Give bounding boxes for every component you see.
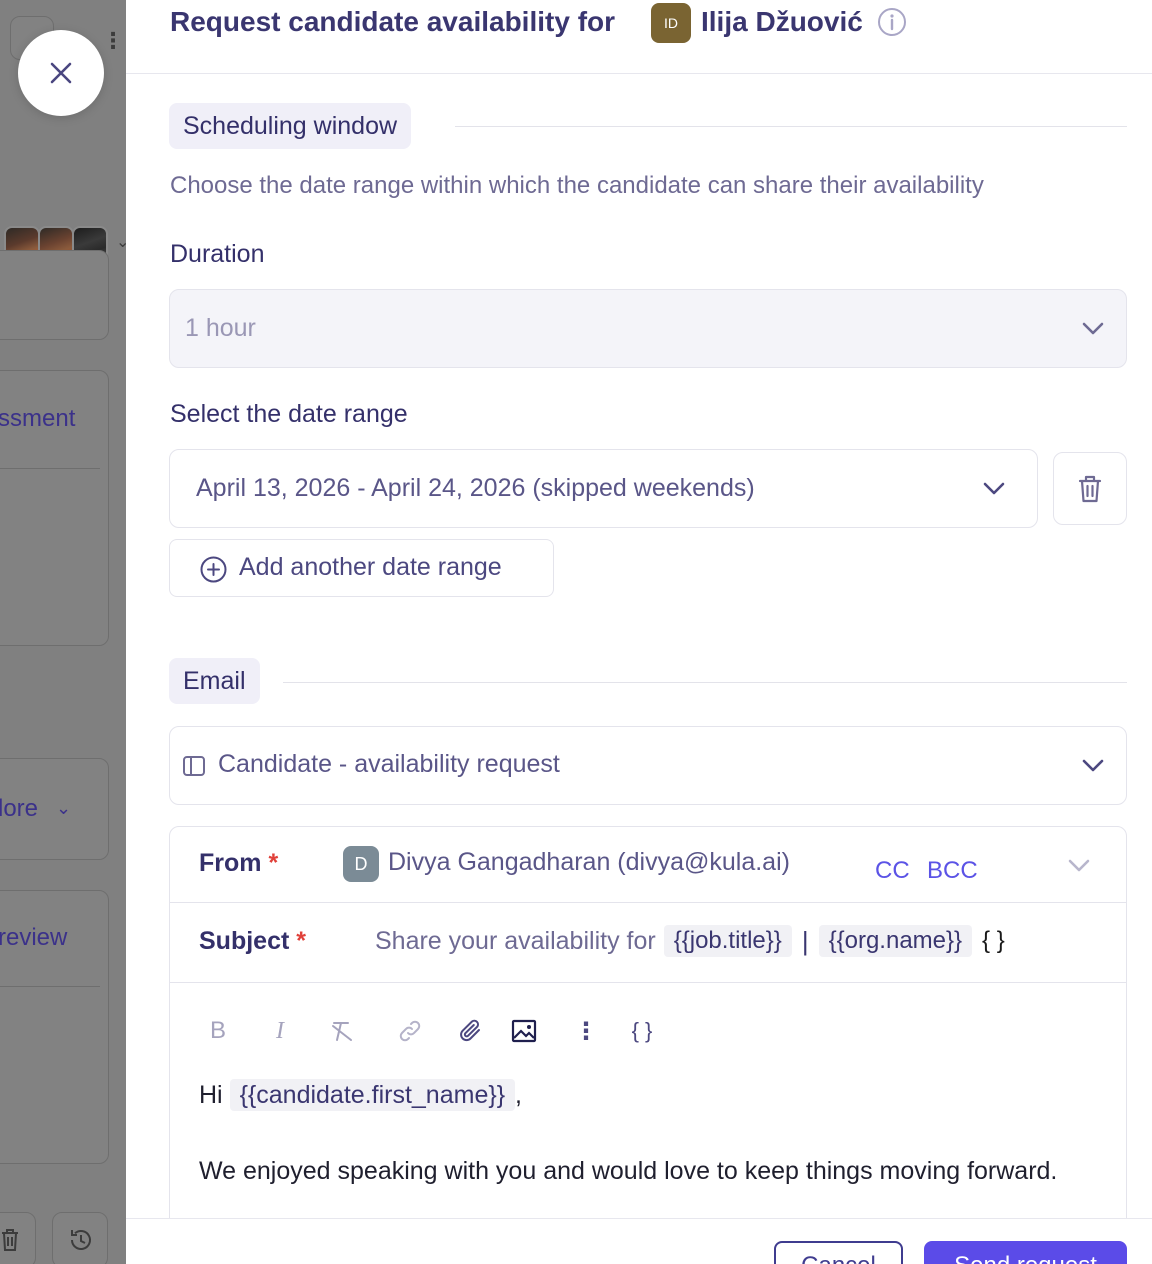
email-section-label: Email [169, 658, 260, 704]
chevron-down-icon[interactable] [1068, 859, 1090, 873]
background-card [0, 250, 109, 340]
bold-button[interactable]: B [202, 1013, 234, 1049]
background-label: ssment [0, 405, 76, 432]
add-date-range-button[interactable]: Add another date range [169, 539, 554, 597]
image-icon [511, 1019, 537, 1043]
candidate-name: Ilija Džuović [701, 6, 863, 37]
plus-circle-icon [200, 556, 227, 583]
paperclip-icon [460, 1019, 480, 1042]
chevron-down-icon [1082, 759, 1104, 772]
drawer-header: Request candidate availability for ID Il… [126, 0, 1152, 74]
variables-button[interactable]: { } [622, 1013, 662, 1049]
attach-button[interactable] [455, 1013, 487, 1049]
email-composer: From * D Divya Gangadharan (divya@kula.a… [169, 826, 1127, 1264]
required-asterisk: * [268, 849, 279, 877]
email-body-greeting-line: Hi {{candidate.first_name}}, [199, 1077, 1099, 1114]
date-range-value: April 13, 2026 - April 24, 2026 (skipped… [196, 474, 755, 502]
scheduling-description: Choose the date range within which the c… [170, 172, 984, 199]
add-date-range-label: Add another date range [239, 553, 502, 581]
variable-tag: {{org.name}} [818, 925, 973, 957]
background-label: lore [0, 795, 39, 822]
bcc-button[interactable]: BCC [927, 857, 978, 885]
trash-icon [1078, 475, 1102, 502]
greeting-comma: , [515, 1081, 522, 1109]
send-request-button[interactable]: Send request [924, 1241, 1127, 1264]
request-availability-drawer: Request candidate availability for ID Il… [126, 0, 1152, 1264]
greeting-text: Hi [199, 1081, 223, 1109]
variable-tag: {{job.title}} [663, 925, 792, 957]
italic-button[interactable]: I [264, 1013, 296, 1049]
section-divider [455, 126, 1127, 127]
more-vertical-icon: ⋮ [102, 28, 124, 53]
close-button[interactable] [18, 30, 104, 116]
background-label: review [0, 924, 68, 951]
background-page: ⋮ ⌄ ssment lore ⌄ review [0, 0, 126, 1264]
close-icon [50, 62, 72, 84]
date-range-label: Select the date range [170, 400, 408, 428]
sender-avatar: D [343, 846, 379, 882]
candidate-avatar: ID [651, 3, 691, 43]
section-divider [283, 682, 1127, 683]
date-range-select[interactable]: April 13, 2026 - April 24, 2026 (skipped… [169, 449, 1038, 528]
from-row: From * D Divya Gangadharan (divya@kula.a… [170, 827, 1126, 903]
clear-format-button[interactable] [326, 1013, 358, 1049]
chevron-down-icon: ⌄ [116, 234, 126, 251]
from-label: From * [199, 849, 279, 877]
subject-label: Subject * [199, 927, 306, 955]
editor-toolbar: B I ⋮ { } [200, 1013, 1100, 1049]
duration-value: 1 hour [185, 314, 256, 342]
duration-label: Duration [170, 240, 265, 268]
email-template-select[interactable]: Candidate - availability request [169, 726, 1127, 805]
trash-icon-button [0, 1212, 36, 1264]
clear-format-icon [332, 1022, 352, 1041]
subject-input[interactable]: Share your availability for {{job.title}… [375, 925, 1005, 957]
email-body-paragraph: We enjoyed speaking with you and would l… [199, 1157, 1058, 1185]
chevron-down-icon [1082, 322, 1104, 335]
subject-text: Share your availability for [375, 926, 656, 955]
subject-row: Subject * Share your availability for {{… [170, 903, 1126, 983]
more-options-button[interactable]: ⋮ [570, 1013, 602, 1049]
cc-button[interactable]: CC [875, 857, 910, 885]
insert-variable-button[interactable]: { } [982, 927, 1005, 955]
variable-tag: {{candidate.first_name}} [229, 1079, 516, 1111]
delete-date-range-button[interactable] [1053, 452, 1127, 525]
required-asterisk: * [296, 927, 306, 955]
from-value: Divya Gangadharan (divya@kula.ai) [388, 848, 790, 876]
link-icon [399, 1020, 421, 1042]
email-template-value: Candidate - availability request [218, 750, 560, 778]
chevron-down-icon: ⌄ [56, 798, 72, 818]
chevron-down-icon [983, 482, 1005, 495]
insert-image-button[interactable] [508, 1013, 540, 1049]
link-button[interactable] [394, 1013, 426, 1049]
cancel-button[interactable]: Cancel [774, 1241, 903, 1264]
drawer-footer: Cancel Send request [126, 1218, 1152, 1264]
info-icon[interactable] [877, 7, 907, 42]
scheduling-window-section-label: Scheduling window [169, 103, 412, 149]
template-icon [183, 756, 205, 776]
history-icon-button [52, 1212, 108, 1264]
drawer-title: Request candidate availability for [170, 6, 616, 37]
subject-separator: | [801, 925, 809, 956]
duration-select: 1 hour [169, 289, 1127, 368]
email-body[interactable]: Hi {{candidate.first_name}}, We enjoyed … [199, 1077, 1099, 1190]
